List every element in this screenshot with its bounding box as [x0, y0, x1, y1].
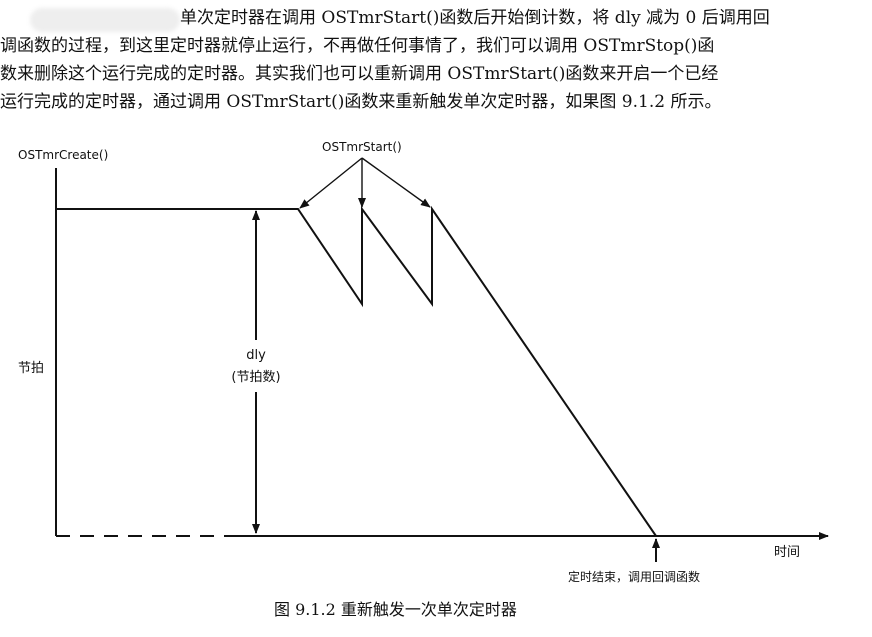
end-label: 定时结束，调用回调函数	[568, 569, 700, 584]
y-axis-label: 节拍	[18, 361, 44, 376]
timer-diagram: OSTmrCreate() OSTmrStart() 节拍 dly (节拍数) …	[18, 140, 829, 619]
start-pointer-3	[361, 157, 431, 208]
create-label: OSTmrCreate()	[18, 148, 108, 162]
dly-label: dly	[246, 348, 266, 363]
dly-sub-label: (节拍数)	[231, 370, 280, 385]
timer-countdown-curve	[56, 205, 657, 537]
figure-caption: 图 9.1.2 重新触发一次单次定时器	[274, 600, 517, 619]
start-pointer-1	[299, 157, 363, 209]
start-label: OSTmrStart()	[322, 140, 402, 154]
x-axis-label: 时间	[774, 545, 800, 560]
